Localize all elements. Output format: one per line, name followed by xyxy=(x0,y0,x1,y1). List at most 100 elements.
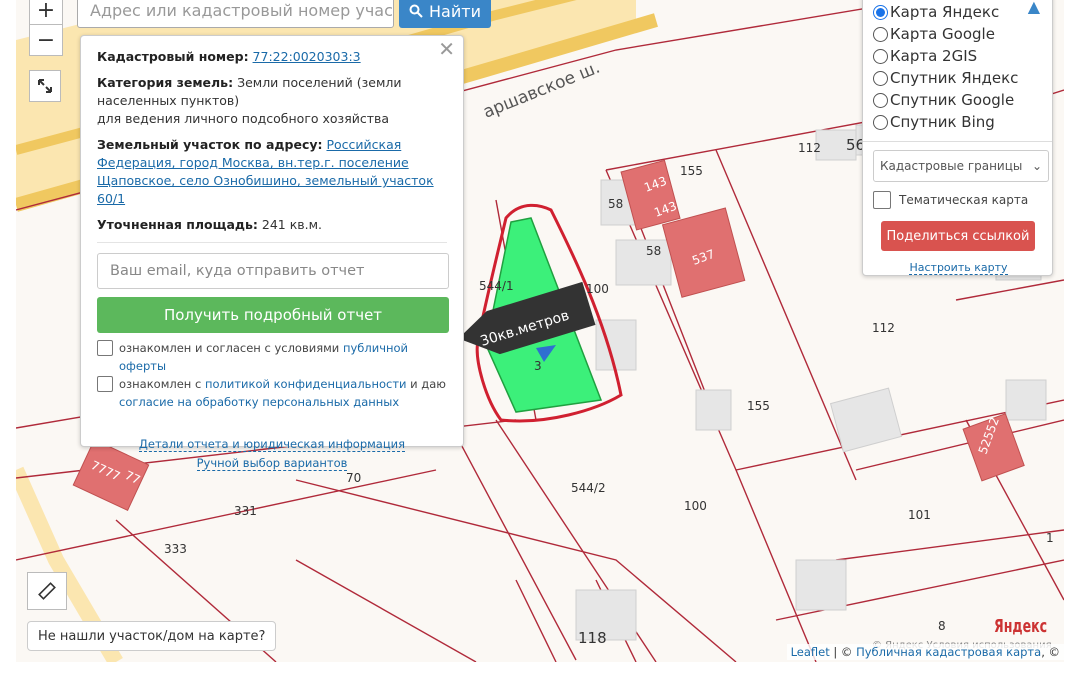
plot-info-popup: ✕ Кадастровый номер: 77:22:0020303:3 Кат… xyxy=(80,35,464,471)
layer-option-label: Спутник Google xyxy=(890,91,1015,109)
plot-number-label: 101 xyxy=(908,508,931,522)
layer-option-label: Карта 2GIS xyxy=(890,47,978,65)
plot-number-label: 1 xyxy=(1046,531,1054,545)
category-label: Категория земель: xyxy=(97,75,234,90)
ruler-icon xyxy=(38,582,56,600)
privacy-agreement-row: ознакомлен с политикой конфиденциальност… xyxy=(97,375,447,411)
attribution-sep: | © xyxy=(829,645,857,659)
layer-option[interactable]: Спутник Google xyxy=(873,89,1044,111)
manual-choice-link[interactable]: Ручной выбор вариантов xyxy=(196,456,348,471)
thematic-checkbox[interactable] xyxy=(873,191,891,209)
details-link[interactable]: Детали отчета и юридическая информация xyxy=(138,437,406,452)
search-button-label: Найти xyxy=(429,1,481,21)
layer-option[interactable]: Спутник Яндекс xyxy=(873,67,1044,89)
layer-option-label: Спутник Яндекс xyxy=(890,69,1019,87)
layer-radio[interactable] xyxy=(873,114,888,130)
consent-link[interactable]: согласие на обработку персональных данны… xyxy=(119,395,399,409)
report-button-label: Получить подробный отчет xyxy=(163,306,383,324)
chevron-up-icon[interactable]: ▲ xyxy=(1028,0,1040,16)
popup-footer-links: Детали отчета и юридическая информация Р… xyxy=(97,435,447,473)
offer-agreement-row: ознакомлен и согласен с условиями публич… xyxy=(97,339,447,375)
zoom-in-button[interactable]: + xyxy=(29,0,63,26)
plot-number-label: 331 xyxy=(234,504,257,518)
attribution: Leaflet | © Публичная кадастровая карта,… xyxy=(786,644,1064,660)
privacy-checkbox[interactable] xyxy=(97,376,113,392)
plot-number-label: 544/1 xyxy=(479,279,514,293)
search-input[interactable]: Адрес или кадастровый номер участка xyxy=(77,0,394,28)
email-input[interactable]: Ваш email, куда отправить отчет xyxy=(97,253,449,289)
layer-option[interactable]: Спутник Bing xyxy=(873,111,1044,133)
plot-number-label: 100 xyxy=(586,282,609,296)
pkk-link[interactable]: Публичная кадастровая карта xyxy=(856,645,1041,659)
plot-number-label: 112 xyxy=(872,321,895,335)
privacy-text: ознакомлен с xyxy=(119,377,202,391)
thematic-label: Тематическая карта xyxy=(899,192,1029,207)
layer-radio[interactable] xyxy=(873,48,888,64)
search-icon xyxy=(409,4,423,18)
plot-number-label: 58 xyxy=(608,197,623,211)
plot-number-label: 8 xyxy=(938,619,946,633)
address-label: Земельный участок по адресу: xyxy=(97,137,323,152)
plot-number-label: 70 xyxy=(346,471,361,485)
layer-option-label: Спутник Bing xyxy=(890,113,995,131)
zoom-out-label: − xyxy=(36,27,56,53)
divider xyxy=(97,242,447,243)
layer-radio[interactable] xyxy=(873,26,888,42)
category-use: для ведения личного подсобного хозяйства xyxy=(97,111,390,126)
category-row: Категория земель: Земли поселений (земли… xyxy=(97,74,447,128)
privacy-and-text: и даю xyxy=(410,377,446,391)
plot-number-label: 112 xyxy=(798,141,821,155)
layers-panel: ▲ Карта Яндекс Карта Google Карта 2GIS Спут… xyxy=(862,0,1053,276)
share-button-label: Поделиться ссылкой xyxy=(886,228,1030,244)
layer-radio[interactable] xyxy=(873,4,888,20)
layer-option[interactable]: Карта Google xyxy=(873,23,1044,45)
leaflet-link[interactable]: Leaflet xyxy=(791,645,830,659)
thematic-map-row: Тематическая карта xyxy=(873,190,1044,209)
not-found-label: Не нашли участок/дом на карте? xyxy=(38,628,266,644)
search-button[interactable]: Найти xyxy=(399,0,491,28)
plot-number-label: 100 xyxy=(684,499,707,513)
offer-text: ознакомлен и согласен с условиями xyxy=(119,341,340,355)
expand-icon xyxy=(38,79,52,93)
setup-map-link[interactable]: Настроить карту xyxy=(909,261,1008,275)
layer-option-label: Карта Google xyxy=(890,25,995,43)
cadastral-label: Кадастровый номер: xyxy=(97,49,249,64)
not-found-button[interactable]: Не нашли участок/дом на карте? xyxy=(27,621,277,651)
plot-number-label: 544/2 xyxy=(571,481,606,495)
layer-option[interactable]: Карта Яндекс xyxy=(873,1,1044,23)
overlay-select[interactable]: Кадастровые границы ⌄ xyxy=(873,150,1049,182)
cadastral-row: Кадастровый номер: 77:22:0020303:3 xyxy=(97,48,447,66)
base-layer-options: Карта Яндекс Карта Google Карта 2GIS Спутни… xyxy=(873,1,1044,133)
address-row: Земельный участок по адресу: Российская … xyxy=(97,136,447,208)
close-icon[interactable]: ✕ xyxy=(438,39,455,59)
ruler-button[interactable] xyxy=(27,572,67,610)
search-placeholder: Адрес или кадастровый номер участка xyxy=(90,1,394,20)
privacy-link[interactable]: политикой конфиденциальности xyxy=(205,377,407,391)
get-report-button[interactable]: Получить подробный отчет xyxy=(97,297,449,333)
area-label: Уточненная площадь: xyxy=(97,217,258,232)
overlay-select-value: Кадастровые границы xyxy=(880,159,1023,173)
divider xyxy=(863,141,1052,142)
email-placeholder: Ваш email, куда отправить отчет xyxy=(110,263,365,279)
plot-number-label: 118 xyxy=(578,629,607,647)
plot-number-label: 155 xyxy=(747,399,770,413)
layer-radio[interactable] xyxy=(873,70,888,86)
share-link-button[interactable]: Поделиться ссылкой xyxy=(881,221,1035,251)
plot-number-label: 155 xyxy=(680,164,703,178)
plot-number-label: 333 xyxy=(164,542,187,556)
layer-option-label: Карта Яндекс xyxy=(890,3,1000,21)
yandex-logo: Яндекс xyxy=(994,616,1048,637)
area-value: 241 кв.м. xyxy=(261,217,323,232)
chevron-down-icon: ⌄ xyxy=(1031,159,1042,173)
setup-map-row: Настроить карту xyxy=(873,261,1044,275)
zoom-out-button[interactable]: − xyxy=(29,24,63,56)
cadastral-number-link[interactable]: 77:22:0020303:3 xyxy=(253,49,361,64)
offer-checkbox[interactable] xyxy=(97,340,113,356)
layer-option[interactable]: Карта 2GIS xyxy=(873,45,1044,67)
fullscreen-button[interactable] xyxy=(29,70,61,102)
plot-number-label: 58 xyxy=(646,244,661,258)
attribution-tail: , © xyxy=(1041,645,1060,659)
zoom-in-label: + xyxy=(36,0,56,23)
layer-radio[interactable] xyxy=(873,92,888,108)
area-row: Уточненная площадь: 241 кв.м. xyxy=(97,216,447,234)
